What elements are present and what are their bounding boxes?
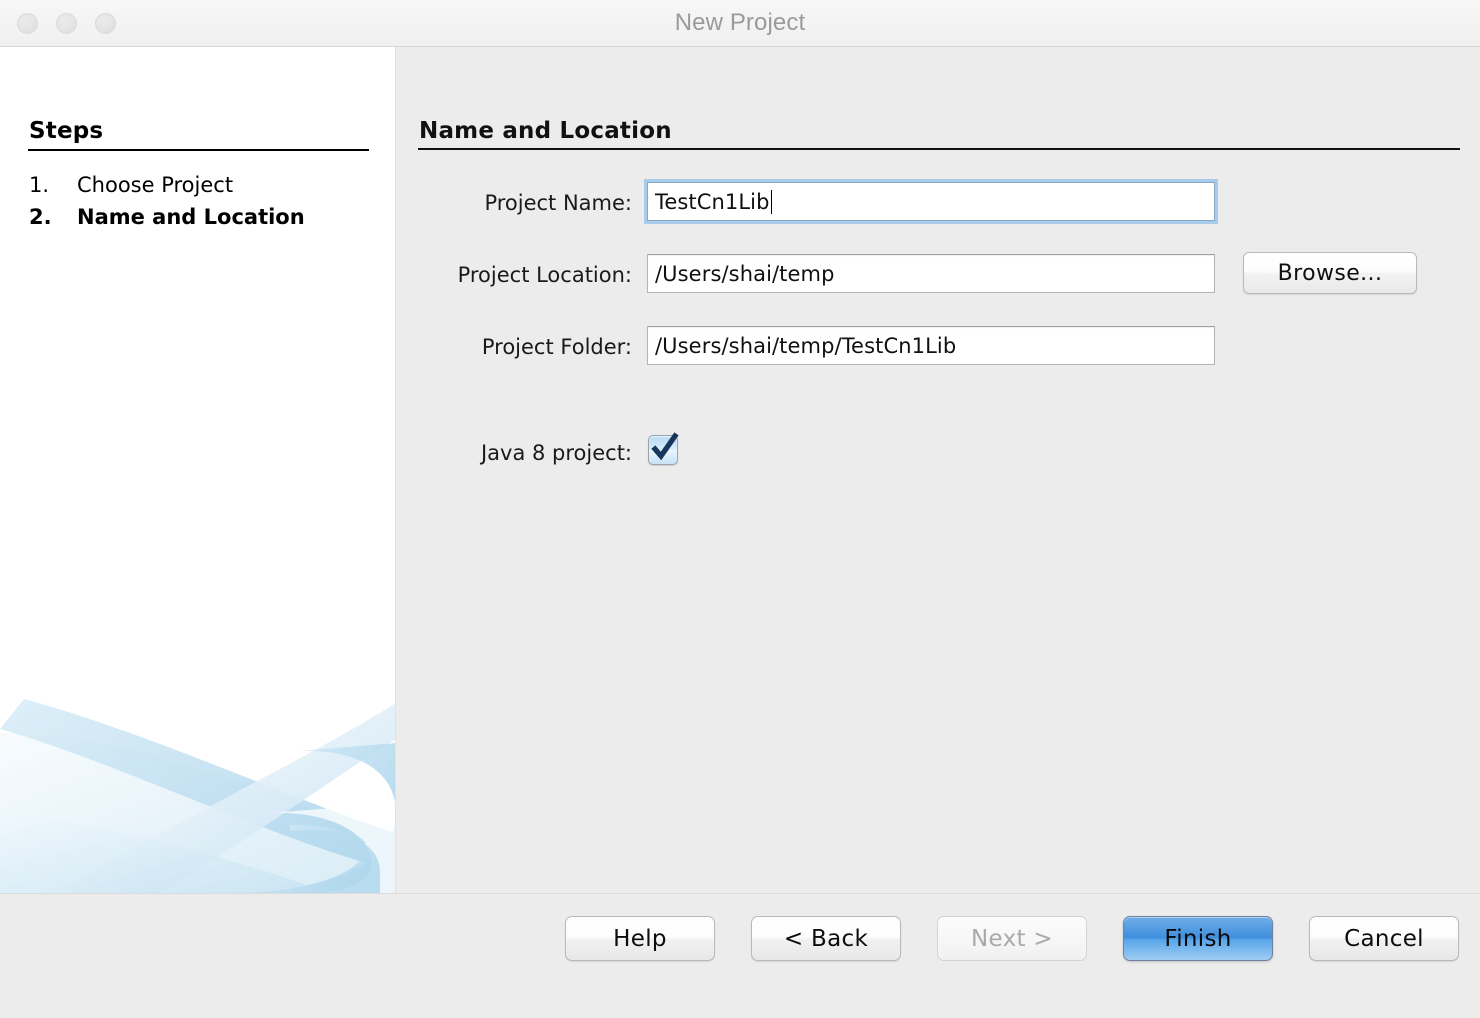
project-location-input[interactable]: /Users/shai/temp <box>647 254 1215 293</box>
zoom-icon[interactable] <box>95 13 116 34</box>
back-button[interactable]: < Back <box>751 916 901 961</box>
java8-checkbox[interactable] <box>648 435 678 465</box>
titlebar: New Project <box>0 0 1480 47</box>
steps-list: 1. Choose Project 2. Name and Location <box>29 173 369 237</box>
project-folder-value: /Users/shai/temp/TestCn1Lib <box>655 334 956 358</box>
decorative-swoosh-icon <box>0 693 396 893</box>
project-name-label: Project Name: <box>396 191 632 215</box>
page-title-divider <box>418 148 1460 150</box>
project-name-value: TestCn1Lib <box>655 190 770 214</box>
form-row-project-folder: Project Folder: /Users/shai/temp/TestCn1… <box>396 321 1480 393</box>
form-row-project-location: Project Location: /Users/shai/temp Brows… <box>396 249 1480 321</box>
java8-label: Java 8 project: <box>396 441 632 465</box>
close-icon[interactable] <box>17 13 38 34</box>
text-caret <box>771 190 772 214</box>
new-project-dialog: New Project Steps 1. Choose Project 2. N… <box>0 0 1480 1018</box>
project-form: Project Name: TestCn1Lib Project Locatio… <box>396 177 1480 491</box>
project-location-label: Project Location: <box>396 263 632 287</box>
steps-heading: Steps <box>29 118 103 144</box>
step-item-1[interactable]: 1. Choose Project <box>29 173 369 205</box>
dialog-body: Steps 1. Choose Project 2. Name and Loca… <box>0 47 1480 893</box>
browse-button[interactable]: Browse... <box>1243 252 1417 294</box>
window-title: New Project <box>675 9 805 37</box>
steps-heading-divider <box>28 149 369 151</box>
step-number: 2. <box>29 205 77 229</box>
step-item-2[interactable]: 2. Name and Location <box>29 205 369 237</box>
window-controls <box>17 13 116 34</box>
project-folder-input[interactable]: /Users/shai/temp/TestCn1Lib <box>647 326 1215 365</box>
finish-button[interactable]: Finish <box>1123 916 1273 961</box>
steps-sidebar: Steps 1. Choose Project 2. Name and Loca… <box>0 47 396 893</box>
help-button[interactable]: Help <box>565 916 715 961</box>
step-number: 1. <box>29 173 77 197</box>
step-label: Name and Location <box>77 205 305 229</box>
page-title: Name and Location <box>419 118 672 144</box>
name-and-location-panel: Name and Location Project Name: TestCn1L… <box>396 47 1480 893</box>
footer-button-bar: Help < Back Next > Finish Cancel <box>565 916 1459 961</box>
checkmark-icon <box>646 430 682 466</box>
next-button: Next > <box>937 916 1087 961</box>
project-folder-label: Project Folder: <box>396 335 632 359</box>
cancel-button[interactable]: Cancel <box>1309 916 1459 961</box>
minimize-icon[interactable] <box>56 13 77 34</box>
form-row-java8: Java 8 project: <box>396 431 1480 491</box>
step-label: Choose Project <box>77 173 233 197</box>
form-row-project-name: Project Name: TestCn1Lib <box>396 177 1480 249</box>
dialog-footer: Help < Back Next > Finish Cancel <box>0 893 1480 1018</box>
project-name-input[interactable]: TestCn1Lib <box>647 182 1215 221</box>
project-location-value: /Users/shai/temp <box>655 262 835 286</box>
